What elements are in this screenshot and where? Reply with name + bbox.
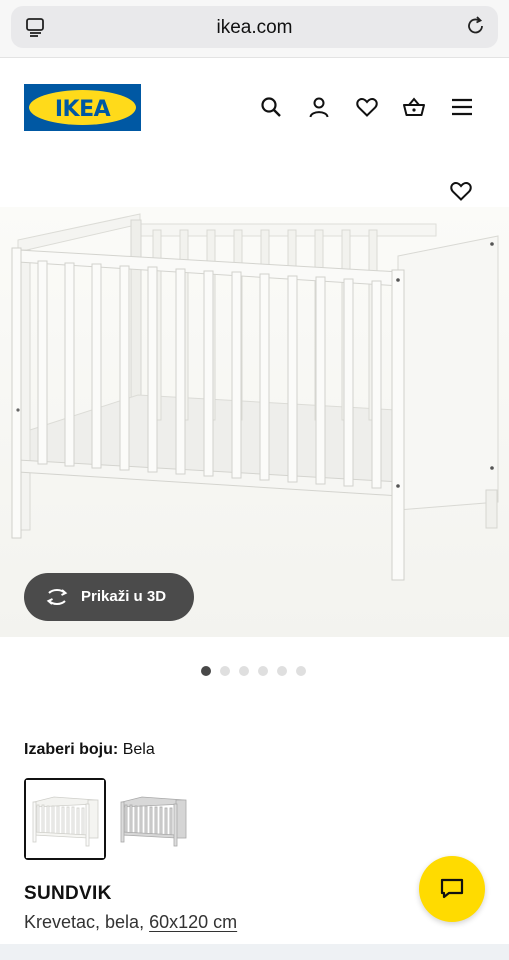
cart-icon[interactable] (402, 95, 426, 119)
product-name: SUNDVIK (24, 883, 112, 904)
favorites-icon[interactable] (355, 95, 379, 119)
carousel-dots (201, 666, 306, 676)
menu-icon[interactable] (450, 95, 474, 119)
logo-oval: IKEA (29, 90, 136, 125)
site-header: IKEA (0, 59, 509, 151)
address-bar[interactable]: ikea.com (11, 6, 498, 48)
product-description-text: Krevetac, bela, (24, 912, 145, 932)
carousel-dot[interactable] (258, 666, 268, 676)
rotate-3d-icon (46, 589, 68, 605)
carousel-dot[interactable] (239, 666, 249, 676)
carousel-dot[interactable] (220, 666, 230, 676)
white-crib-thumbnail (26, 780, 104, 858)
search-icon[interactable] (259, 95, 283, 119)
account-icon[interactable] (307, 95, 331, 119)
reload-icon[interactable] (465, 15, 487, 37)
product-size-link[interactable]: 60x120 cm (149, 912, 237, 932)
selected-color: Bela (122, 741, 155, 758)
url-text[interactable]: ikea.com (11, 17, 498, 39)
view-3d-button[interactable]: Prikaži u 3D (24, 573, 194, 621)
logo-text: IKEA (54, 97, 111, 122)
browser-toolbar: ikea.com (0, 0, 509, 58)
product-gallery[interactable]: Prikaži u 3D (0, 152, 509, 647)
carousel-dot[interactable] (277, 666, 287, 676)
grey-crib-swatch[interactable] (112, 778, 194, 860)
heart-icon[interactable] (449, 179, 473, 203)
color-chooser-label: Izaberi boju: Bela (24, 741, 155, 759)
grey-crib-thumbnail (114, 780, 192, 858)
white-crib-swatch[interactable] (24, 778, 106, 860)
carousel-dot[interactable] (201, 666, 211, 676)
crib-product-image (11, 213, 499, 581)
view-3d-label: Prikaži u 3D (81, 588, 167, 605)
ikea-logo[interactable]: IKEA (24, 84, 141, 131)
carousel-dot[interactable] (296, 666, 306, 676)
color-chooser-title: Izaberi boju: (24, 741, 119, 758)
chat-icon (440, 878, 464, 899)
product-description: Krevetac, bela, 60x120 cm (24, 912, 237, 933)
bottom-edge (0, 944, 509, 960)
chat-button[interactable] (419, 856, 485, 922)
